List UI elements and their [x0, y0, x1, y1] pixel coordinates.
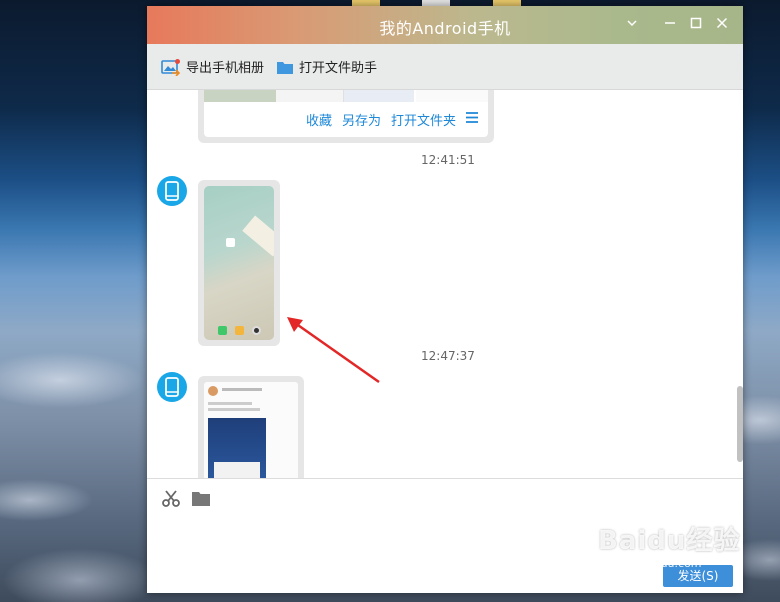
- scissors-icon[interactable]: [161, 489, 181, 513]
- app-icon: [252, 326, 261, 335]
- favorite-link[interactable]: 收藏: [306, 110, 332, 129]
- app-icon: [226, 238, 235, 247]
- phone-icon: [165, 377, 179, 397]
- minimize-icon[interactable]: [661, 15, 679, 33]
- title-bar[interactable]: 我的Android手机: [147, 6, 743, 44]
- app-icon: [218, 326, 227, 335]
- file-helper-icon: [277, 61, 294, 74]
- watermark: Baidu经验 jingyan.baidu.com: [598, 520, 740, 570]
- window-title: 我的Android手机: [379, 19, 511, 38]
- scrollbar[interactable]: [737, 386, 743, 462]
- thumbnail-content: [344, 90, 414, 102]
- file-helper-label: 打开文件助手: [299, 61, 378, 76]
- thumbnail-content: [208, 386, 218, 396]
- image-message-card[interactable]: [198, 180, 280, 346]
- image-message-card[interactable]: 收藏 另存为 打开文件夹: [198, 90, 494, 143]
- thumbnail-content: [222, 388, 262, 391]
- thumbnail-content: [208, 402, 252, 405]
- phone-screenshot-image[interactable]: [204, 382, 298, 478]
- folder-icon[interactable]: [191, 490, 211, 511]
- card-actions: 收藏 另存为 打开文件夹: [296, 110, 478, 129]
- chat-area[interactable]: 收藏 另存为 打开文件夹 12:41:51 12:47:37: [147, 90, 743, 478]
- thumbnail-content: [204, 90, 276, 102]
- open-folder-link[interactable]: 打开文件夹: [391, 110, 456, 129]
- thumbnail-content: [214, 462, 260, 478]
- phone-icon: [165, 181, 179, 201]
- thumbnail-content: [416, 90, 488, 102]
- file-helper-button[interactable]: 打开文件助手: [276, 57, 377, 76]
- thumbnail-content: [208, 408, 260, 411]
- avatar: [157, 176, 187, 206]
- dropdown-icon[interactable]: [623, 15, 641, 33]
- message-timestamp: 12:41:51: [421, 153, 475, 167]
- menu-icon[interactable]: [466, 112, 478, 127]
- watermark-url: jingyan.baidu.com: [600, 557, 702, 570]
- phone-chat-window: 我的Android手机 导出手机相册 打开文件助手 收藏 另存为 打开文件夹 1…: [147, 6, 743, 593]
- wallpaper-shape: [242, 215, 274, 257]
- image-thumbnail[interactable]: 收藏 另存为 打开文件夹: [204, 90, 488, 137]
- export-album-label: 导出手机相册: [186, 61, 265, 76]
- thumbnail-content: [208, 418, 266, 478]
- export-album-button[interactable]: 导出手机相册: [161, 57, 264, 76]
- save-as-link[interactable]: 另存为: [342, 110, 381, 129]
- phone-screenshot-image[interactable]: [204, 186, 274, 340]
- close-icon[interactable]: [713, 15, 731, 33]
- watermark-logo: Baidu经验: [598, 526, 741, 556]
- app-icon: [235, 326, 244, 335]
- message-timestamp: 12:47:37: [421, 349, 475, 363]
- thumbnail-content: [276, 90, 344, 102]
- avatar: [157, 372, 187, 402]
- image-message-card[interactable]: [198, 376, 304, 478]
- maximize-icon[interactable]: [687, 15, 705, 33]
- toolbar: 导出手机相册 打开文件助手: [147, 44, 743, 90]
- export-album-icon: [161, 58, 181, 76]
